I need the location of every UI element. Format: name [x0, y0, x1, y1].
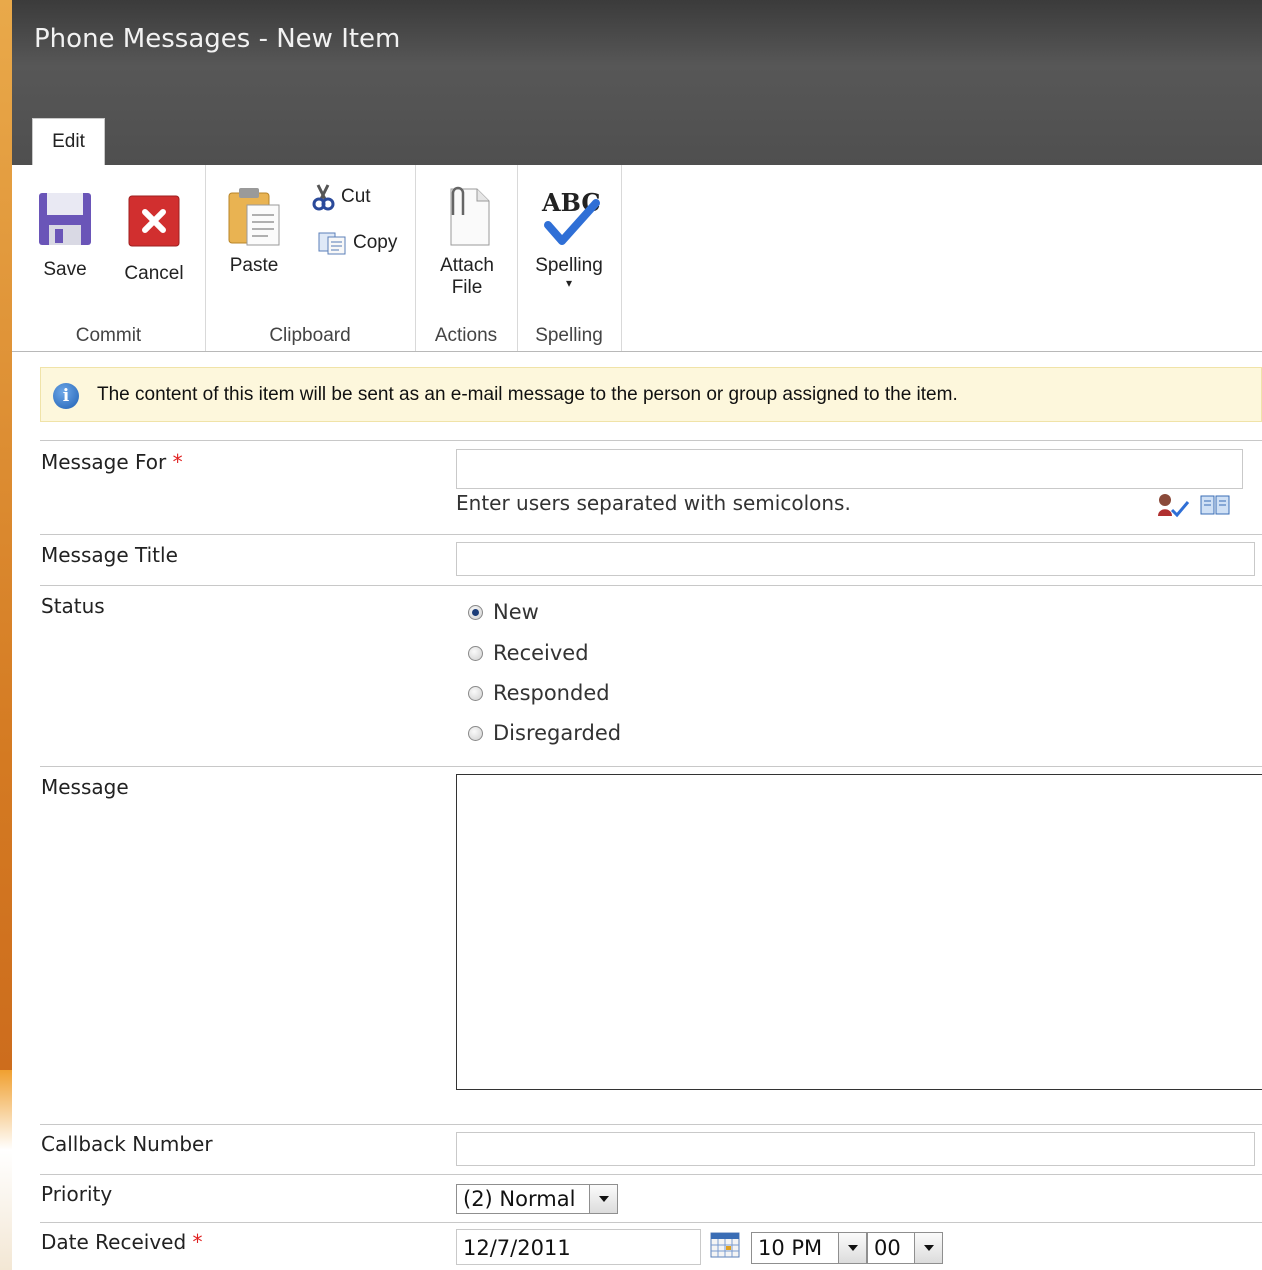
row-divider [40, 585, 1262, 586]
chevron-down-icon[interactable] [838, 1233, 866, 1263]
cut-button[interactable]: Cut [311, 183, 371, 211]
cancel-icon [128, 195, 180, 247]
message-for-label-text: Message For [41, 450, 167, 474]
status-option-responded[interactable]: Responded [468, 681, 610, 705]
new-item-dialog: Phone Messages - New Item Edit Save Canc [12, 0, 1262, 1270]
copy-icon [318, 232, 346, 255]
status-label: Status [41, 594, 105, 618]
ribbon-group-actions-label: Actions [434, 325, 498, 346]
message-title-label: Message Title [41, 543, 178, 567]
priority-select[interactable]: (2) Normal [456, 1184, 618, 1214]
info-message-bar: i The content of this item will be sent … [40, 367, 1262, 422]
message-label: Message [41, 775, 129, 799]
attach-file-icon [450, 186, 490, 246]
ribbon-group-clipboard: Paste Cut Copy Clipboard [205, 165, 416, 351]
status-option-label: New [493, 600, 539, 624]
save-label: Save [43, 259, 87, 280]
radio-button[interactable] [468, 685, 483, 701]
spelling-label: Spelling [535, 255, 603, 276]
message-for-input[interactable] [456, 449, 1243, 489]
row-divider [40, 766, 1262, 767]
cut-label: Cut [341, 186, 371, 207]
chevron-down-icon[interactable] [589, 1185, 617, 1213]
priority-label: Priority [41, 1182, 113, 1206]
cancel-button[interactable]: Cancel [116, 195, 192, 285]
minute-value: 00 [874, 1236, 901, 1260]
callback-number-label: Callback Number [41, 1132, 213, 1156]
date-received-label: Date Received * [41, 1230, 203, 1254]
calendar-icon[interactable] [710, 1232, 740, 1258]
ribbon-group-spelling: ABC Spelling ▾ Spelling [517, 165, 622, 351]
dialog-title-bar: Phone Messages - New Item Edit [12, 0, 1262, 166]
date-received-label-text: Date Received [41, 1230, 187, 1254]
copy-button[interactable]: Copy [317, 231, 397, 255]
paste-label: Paste [229, 255, 279, 276]
status-option-new[interactable]: New [468, 600, 539, 624]
message-for-hint: Enter users separated with semicolons. [456, 491, 851, 515]
row-divider [40, 1222, 1262, 1223]
cancel-label: Cancel [124, 263, 184, 284]
radio-button[interactable] [468, 645, 483, 661]
address-book-icon[interactable] [1199, 494, 1231, 516]
spelling-check-icon: ABC [541, 188, 600, 245]
required-marker: * [172, 450, 183, 474]
callback-number-input[interactable] [456, 1132, 1255, 1166]
dialog-title: Phone Messages - New Item [34, 24, 401, 54]
row-divider [40, 440, 1262, 441]
info-message-text: The content of this item will be sent as… [97, 384, 958, 405]
required-marker: * [192, 1230, 203, 1254]
spelling-button[interactable]: ABC Spelling ▾ [529, 185, 609, 289]
message-for-label: Message For * [41, 450, 183, 474]
attach-label-line1: Attach [440, 255, 494, 276]
status-option-label: Received [493, 641, 589, 665]
ribbon: Save Cancel Commit Paste Cut Copy Clipbo… [12, 165, 1262, 352]
row-divider [40, 1124, 1262, 1125]
paste-button[interactable]: Paste [219, 185, 289, 277]
status-option-received[interactable]: Received [468, 641, 589, 665]
message-textarea[interactable] [456, 774, 1262, 1090]
priority-value: (2) Normal [463, 1187, 576, 1211]
row-divider [40, 534, 1262, 535]
hour-value: 10 PM [758, 1236, 823, 1260]
minute-select[interactable]: 00 [867, 1232, 943, 1264]
status-option-disregarded[interactable]: Disregarded [468, 721, 621, 745]
chevron-down-icon[interactable] [914, 1233, 942, 1263]
ribbon-group-spelling-label: Spelling [535, 325, 603, 346]
scissors-icon [312, 184, 335, 211]
paste-icon [228, 188, 280, 246]
background-logo-fragment [0, 1070, 12, 1270]
save-icon [39, 193, 91, 245]
copy-label: Copy [353, 232, 398, 253]
ribbon-group-clipboard-label: Clipboard [269, 325, 351, 346]
page-background [0, 0, 12, 1270]
ribbon-group-commit-label: Commit [75, 325, 142, 346]
spelling-dropdown-icon[interactable]: ▾ [529, 277, 609, 289]
date-received-input[interactable]: 12/7/2011 [456, 1229, 701, 1265]
tab-edit[interactable]: Edit [32, 118, 105, 166]
hour-select[interactable]: 10 PM [751, 1232, 867, 1264]
status-option-label: Responded [493, 681, 610, 705]
row-divider [40, 1174, 1262, 1175]
radio-button[interactable] [468, 604, 483, 620]
status-option-label: Disregarded [493, 721, 622, 745]
attach-label-line2: File [451, 277, 483, 298]
attach-file-button[interactable]: Attach File [429, 185, 505, 299]
message-title-input[interactable] [456, 542, 1255, 576]
ribbon-group-actions: Attach File Actions [415, 165, 518, 351]
check-names-icon[interactable] [1156, 492, 1190, 518]
save-button[interactable]: Save [30, 191, 100, 281]
ribbon-group-commit: Save Cancel Commit [12, 165, 206, 351]
radio-button[interactable] [468, 725, 483, 741]
attach-file-label: Attach File [429, 255, 505, 299]
info-icon: i [53, 383, 79, 409]
